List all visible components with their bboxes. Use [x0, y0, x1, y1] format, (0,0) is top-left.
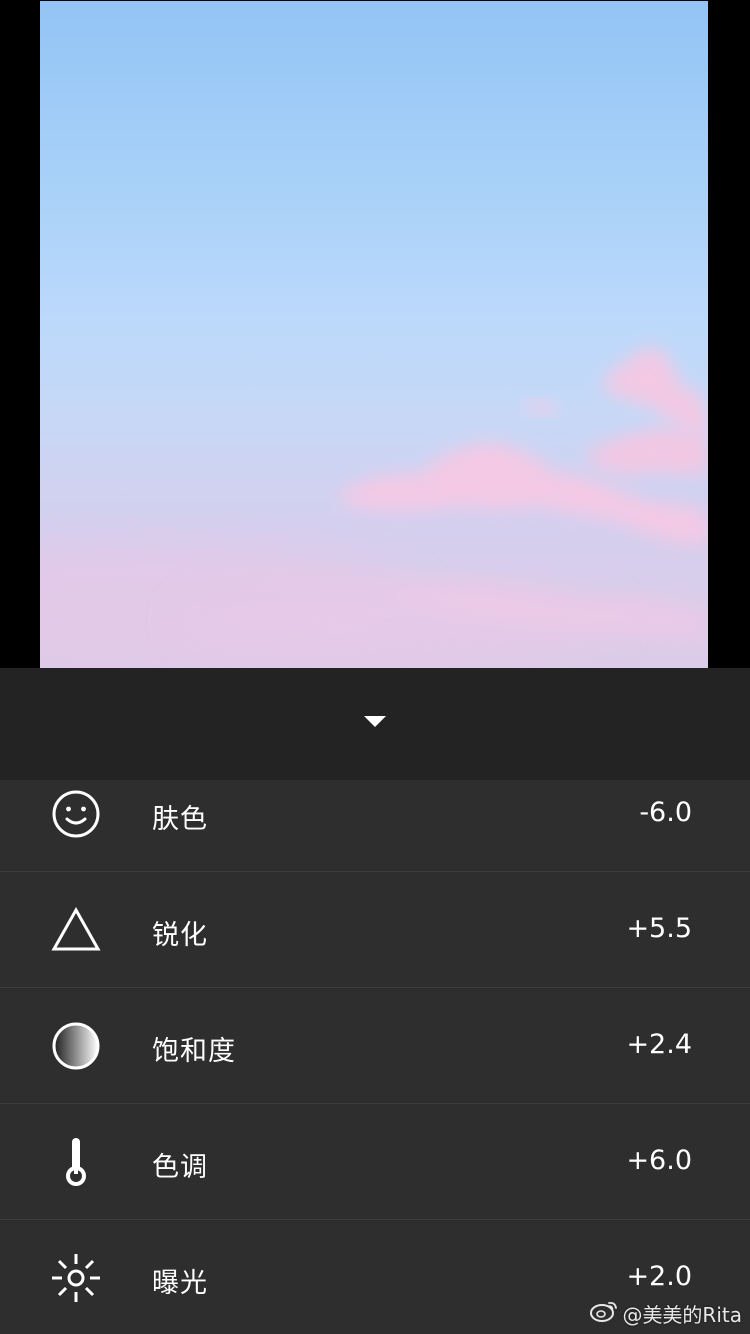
- adjustment-label: 色调: [152, 1152, 208, 1183]
- adjustment-value: +2.0: [626, 1261, 692, 1292]
- thermometer-icon: [50, 1136, 102, 1188]
- adjustment-row-skin-tone[interactable]: 肤色 -6.0: [0, 756, 750, 872]
- watermark: @美美的Rita: [590, 1299, 742, 1328]
- adjustment-label: 肤色: [152, 804, 208, 835]
- adjustment-list: 肤色 -6.0 锐化 +5.5 饱和度 +2.4 色调 +6.0 曝光 +2.0: [0, 780, 750, 1334]
- triangle-icon: [50, 904, 102, 956]
- adjustment-value: -6.0: [639, 797, 692, 828]
- adjustment-value: +5.5: [626, 913, 692, 944]
- photo-preview-area: [0, 0, 750, 668]
- adjustment-row-sharpen[interactable]: 锐化 +5.5: [0, 872, 750, 988]
- adjustment-row-tone[interactable]: 色调 +6.0: [0, 1104, 750, 1220]
- weibo-logo-icon: [590, 1300, 618, 1327]
- adjustment-label: 锐化: [152, 920, 208, 951]
- sky-photo-graphic: [40, 346, 708, 661]
- gradient-circle-icon: [50, 1020, 102, 1072]
- adjustment-value: +6.0: [626, 1145, 692, 1176]
- photo-preview[interactable]: [40, 1, 708, 668]
- adjustment-label: 饱和度: [152, 1036, 236, 1067]
- caret-down-icon[interactable]: [355, 705, 395, 739]
- smiley-face-icon: [50, 788, 102, 840]
- adjustment-label: 曝光: [152, 1268, 208, 1299]
- adjustment-row-saturation[interactable]: 饱和度 +2.4: [0, 988, 750, 1104]
- watermark-text: @美美的Rita: [622, 1303, 742, 1327]
- sun-icon: [50, 1252, 102, 1304]
- photo-editor-screen: 肤色 -6.0 锐化 +5.5 饱和度 +2.4 色调 +6.0 曝光 +2.0…: [0, 0, 750, 1334]
- adjustment-value: +2.4: [626, 1029, 692, 1060]
